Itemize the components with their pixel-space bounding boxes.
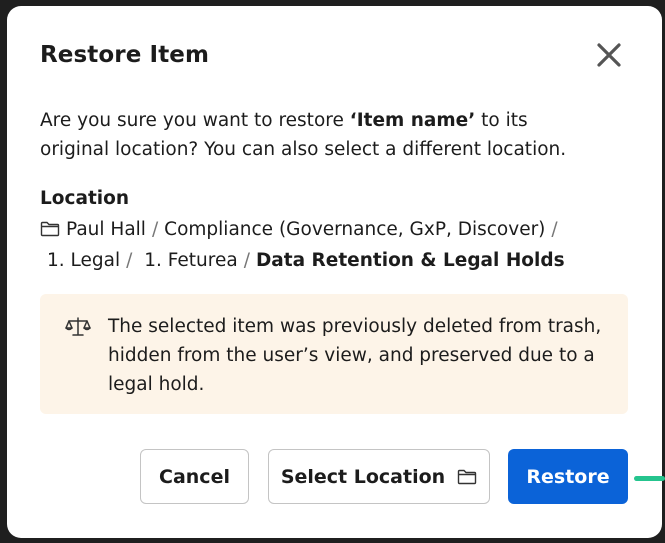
breadcrumb-separator: / — [551, 219, 558, 240]
breadcrumb-separator: / — [243, 250, 250, 271]
breadcrumb-current: Data Retention & Legal Holds — [255, 250, 565, 271]
message-before: Are you sure you want to restore — [40, 110, 350, 131]
close-icon[interactable] — [595, 41, 623, 69]
confirmation-message: Are you sure you want to restore ‘Item n… — [40, 106, 600, 164]
select-location-button[interactable]: Select Location — [268, 449, 490, 504]
cancel-button[interactable]: Cancel — [140, 449, 249, 504]
location-label: Location — [40, 188, 130, 209]
breadcrumb-item: Paul Hall — [66, 219, 146, 240]
item-name: ‘Item name’ — [349, 110, 476, 131]
restore-button[interactable]: Restore — [508, 449, 628, 504]
breadcrumb-separator: / — [151, 219, 159, 240]
restore-dialog: Restore Item Are you sure you want to re… — [7, 6, 662, 538]
location-breadcrumb: Paul Hall / Compliance (Governance, GxP, D… — [40, 215, 620, 275]
legal-hold-notice: The selected item was previously deleted… — [40, 294, 628, 414]
breadcrumb-separator: / — [126, 250, 133, 271]
breadcrumb-item: 1. Legal — [47, 250, 121, 271]
restore-button-label: Restore — [526, 465, 610, 488]
cancel-button-label: Cancel — [159, 465, 230, 488]
dialog-title: Restore Item — [40, 42, 210, 68]
breadcrumb-item: Compliance (Governance, GxP, Discover) — [164, 219, 546, 240]
folder-icon — [457, 469, 477, 484]
select-location-label: Select Location — [280, 465, 446, 488]
flow-connector — [634, 476, 665, 481]
folder-icon — [40, 217, 60, 246]
breadcrumb-item: 1. Feturea — [144, 250, 238, 271]
notice-text: The selected item was previously deleted… — [108, 316, 602, 395]
scale-icon — [65, 316, 91, 342]
